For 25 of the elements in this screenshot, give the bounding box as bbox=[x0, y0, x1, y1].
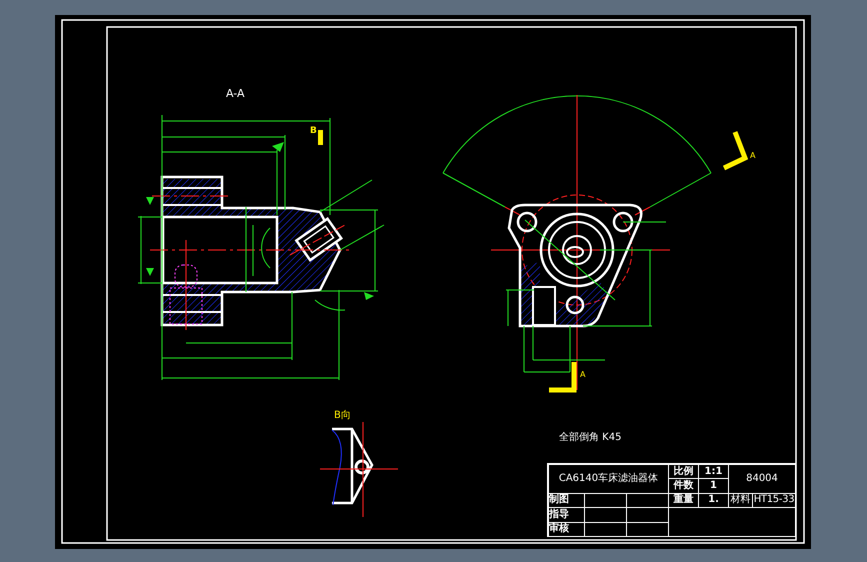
field-label: 重量 bbox=[669, 494, 699, 508]
drawing-number: 84004 bbox=[729, 465, 796, 494]
field-value: 1:1 bbox=[699, 465, 729, 480]
signature-label: 指导 bbox=[549, 508, 585, 523]
table-cell bbox=[627, 494, 669, 508]
part-name: CA6140车床滤油器体 bbox=[549, 465, 669, 494]
table-cell bbox=[585, 508, 627, 523]
view-title: B向 bbox=[334, 411, 351, 421]
material-label: 材料 bbox=[729, 494, 753, 508]
chamfer-note: 全部倒角 K45 bbox=[559, 433, 622, 443]
table-cell bbox=[585, 494, 627, 508]
field-value: 1 bbox=[699, 479, 729, 494]
table-cell bbox=[627, 522, 669, 537]
section-title: A-A bbox=[226, 88, 245, 99]
section-mark-label: A bbox=[750, 152, 756, 160]
table-cell bbox=[585, 522, 627, 537]
view-arrow-label: B bbox=[310, 127, 317, 136]
section-mark-label: A bbox=[580, 371, 586, 379]
signature-label: 制图 bbox=[549, 494, 585, 508]
field-value: 1. bbox=[699, 494, 729, 508]
table-cell bbox=[627, 508, 669, 523]
field-label: 比例 bbox=[669, 465, 699, 480]
material-value: HT15-33 bbox=[753, 494, 796, 508]
signature-label: 审核 bbox=[549, 522, 585, 537]
field-label: 件数 bbox=[669, 479, 699, 494]
